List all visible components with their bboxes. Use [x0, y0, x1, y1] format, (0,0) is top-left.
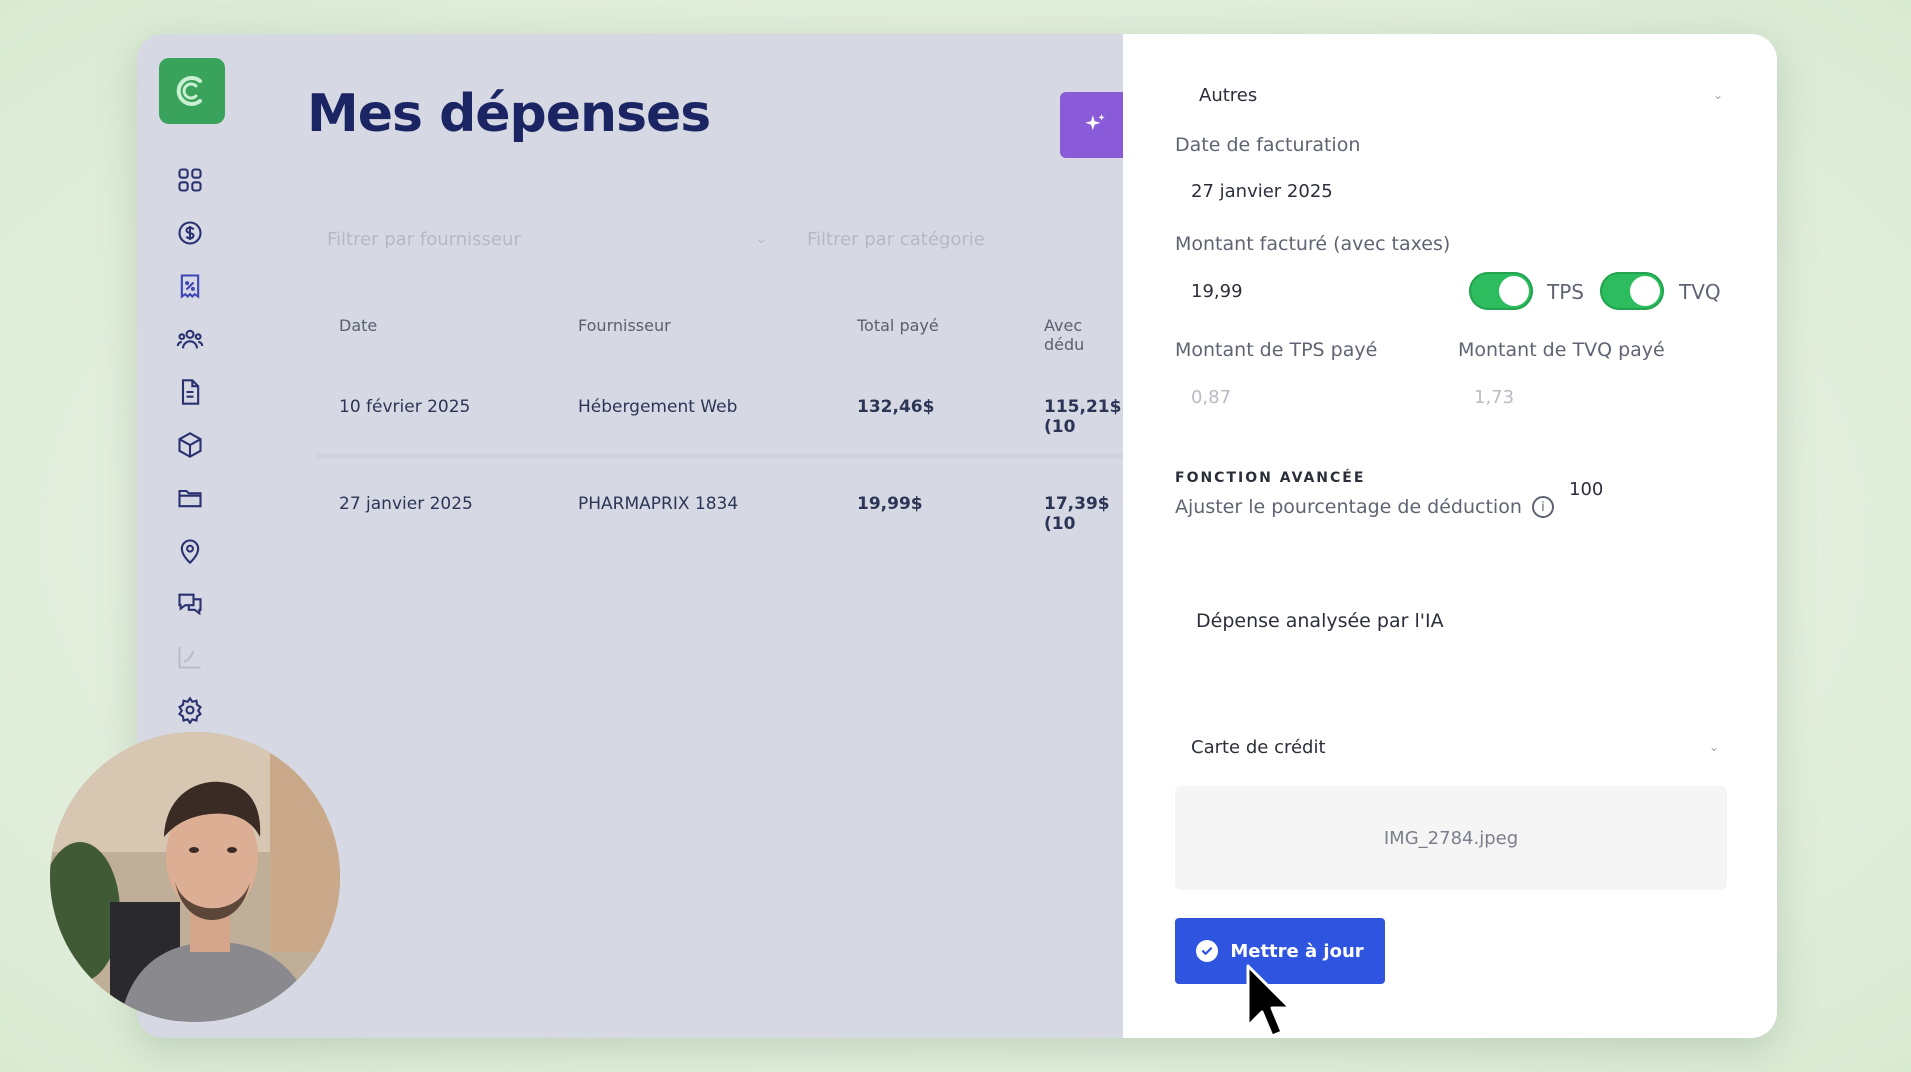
logo-icon: [176, 76, 202, 106]
tvq-label: TVQ: [1679, 280, 1721, 304]
supplier-filter[interactable]: Filtrer par fournisseur ⌄: [327, 219, 767, 259]
category-filter-placeholder: Filtrer par catégorie: [807, 228, 985, 250]
tvq-toggle[interactable]: [1600, 272, 1664, 310]
amount-field[interactable]: 19,99: [1175, 270, 1445, 312]
ai-analyze-button[interactable]: [1060, 92, 1130, 158]
toggle-knob: [1499, 276, 1529, 306]
expense-edit-panel: Autres ⌄ Date de facturation 27 janvier …: [1123, 34, 1777, 1038]
receipt-attachment[interactable]: IMG_2784.jpeg: [1175, 786, 1727, 890]
tps-toggle[interactable]: [1469, 272, 1533, 310]
invoice-date-value: 27 janvier 2025: [1191, 180, 1333, 202]
amount-label: Montant facturé (avec taxes): [1175, 233, 1451, 255]
chevron-down-icon: ⌄: [1708, 740, 1719, 754]
receipt-percent-icon[interactable]: [174, 270, 206, 302]
tvq-paid-field[interactable]: 1,73: [1458, 376, 1728, 418]
row-deducted: 115,21$ (10: [1044, 397, 1122, 437]
deduction-percent-text: Ajuster le pourcentage de déduction: [1175, 496, 1522, 518]
payment-method-select[interactable]: Carte de crédit ⌄: [1175, 726, 1727, 768]
column-header-deducted[interactable]: Avec dédu: [1044, 316, 1123, 354]
column-header-date[interactable]: Date: [339, 316, 377, 335]
folder-icon[interactable]: [174, 482, 206, 514]
dashboard-icon[interactable]: [174, 164, 206, 196]
tps-paid-value: 0,87: [1191, 386, 1232, 408]
tps-label: TPS: [1547, 280, 1584, 304]
supplier-filter-placeholder: Filtrer par fournisseur: [327, 228, 521, 250]
payment-method-value: Carte de crédit: [1191, 736, 1326, 758]
toggle-knob: [1630, 276, 1660, 306]
category-filter[interactable]: Filtrer par catégorie: [807, 219, 1107, 259]
dollar-icon[interactable]: [174, 217, 206, 249]
mouse-cursor-icon: [1246, 964, 1292, 1038]
attachment-file-name: IMG_2784.jpeg: [1383, 827, 1519, 849]
gear-icon[interactable]: [174, 694, 206, 726]
row-supplier: Hébergement Web: [578, 397, 738, 417]
info-icon[interactable]: i: [1531, 496, 1554, 518]
document-icon[interactable]: [174, 376, 206, 408]
row-date: 10 février 2025: [339, 397, 471, 417]
chevron-down-icon: ⌄: [755, 231, 767, 247]
app-window: Mes dépenses Filtrer par fournisseur ⌄ F…: [137, 34, 1777, 1038]
box-icon[interactable]: [174, 429, 206, 461]
category-select[interactable]: Autres ⌄: [1179, 74, 1731, 116]
category-select-value: Autres: [1199, 84, 1258, 106]
row-total: 132,46$: [857, 397, 935, 417]
users-icon[interactable]: [174, 323, 206, 355]
sparkles-icon: [1085, 114, 1105, 131]
presenter-video: [50, 732, 340, 1022]
chat-icon[interactable]: [174, 588, 206, 620]
row-deducted: 17,39$ (10: [1044, 494, 1110, 534]
tvq-paid-value: 1,73: [1474, 386, 1515, 408]
page-title: Mes dépenses: [307, 84, 711, 144]
advanced-section-title: FONCTION AVANCÉE: [1175, 470, 1366, 486]
location-icon[interactable]: [174, 535, 206, 567]
webcam-overlay: [50, 732, 340, 1022]
row-total: 19,99$: [857, 494, 923, 514]
row-divider: [317, 454, 1123, 458]
deduction-percent-field[interactable]: 100: [1553, 468, 1727, 510]
chart-icon[interactable]: [174, 641, 206, 673]
tps-paid-label: Montant de TPS payé: [1175, 339, 1378, 361]
row-date: 27 janvier 2025: [339, 494, 473, 514]
ai-analyzed-label: Dépense analysée par l'IA: [1196, 610, 1444, 632]
invoice-date-field[interactable]: 27 janvier 2025: [1175, 170, 1727, 212]
invoice-date-label: Date de facturation: [1175, 134, 1361, 156]
column-header-supplier[interactable]: Fournisseur: [578, 316, 671, 335]
row-supplier: PHARMAPRIX 1834: [578, 494, 739, 514]
tps-paid-field[interactable]: 0,87: [1175, 376, 1437, 418]
check-circle-icon: [1196, 940, 1219, 962]
chevron-down-icon: ⌄: [1712, 88, 1723, 102]
tvq-paid-label: Montant de TVQ payé: [1458, 339, 1665, 361]
update-button-label: Mettre à jour: [1230, 940, 1364, 962]
deduction-percent-label: Ajuster le pourcentage de déduction i: [1175, 496, 1554, 518]
column-header-total[interactable]: Total payé: [857, 316, 939, 335]
app-logo[interactable]: [159, 58, 225, 124]
deduction-percent-value: 100: [1569, 478, 1604, 500]
amount-value: 19,99: [1191, 280, 1243, 302]
